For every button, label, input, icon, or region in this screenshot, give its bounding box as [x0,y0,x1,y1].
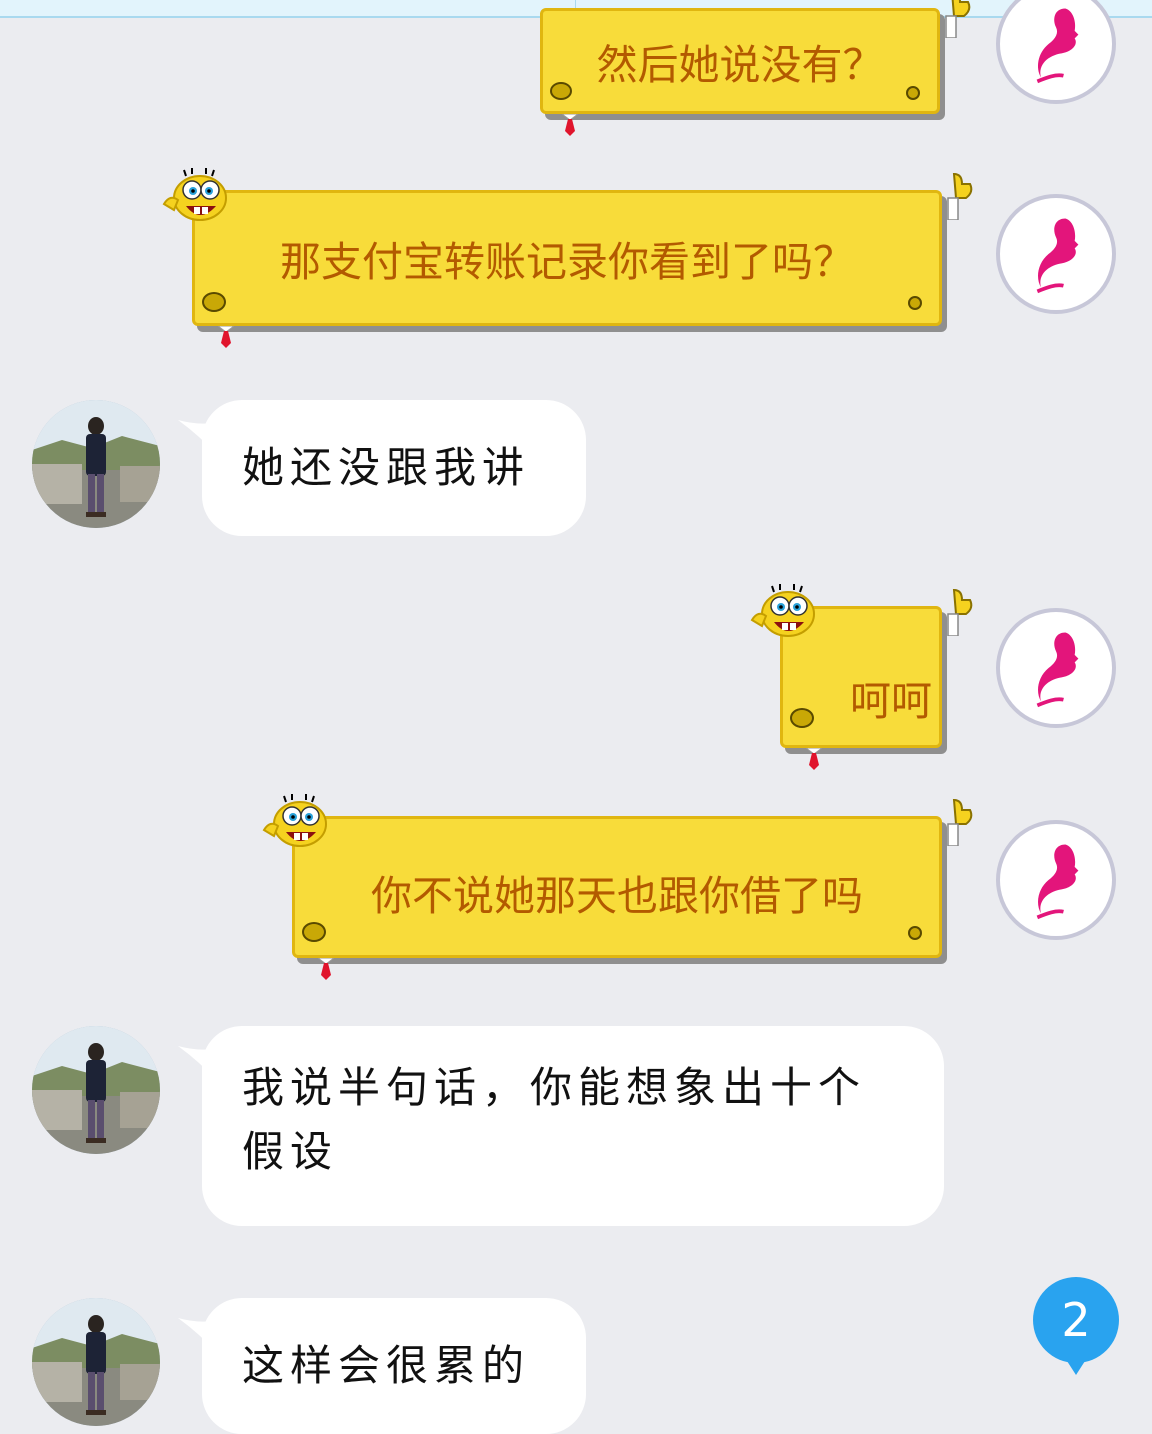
self-avatar[interactable] [996,194,1116,314]
hand-icon [936,0,976,38]
hand-icon [938,170,978,220]
tie-icon [806,748,822,770]
hand-icon [938,586,978,636]
message-text: 你不说她那天也跟你借了吗 [371,872,863,920]
spongebob-face-icon [258,790,338,862]
bubble-tail [178,420,218,456]
message-bubble-sponge[interactable]: 那支付宝转账记录你看到了吗？ [162,178,972,338]
self-avatar[interactable] [996,608,1116,728]
tie-icon [562,114,578,136]
message-bubble-sponge[interactable]: 你不说她那天也跟你借了吗 [262,804,972,970]
message-text: 她还没跟我讲 [242,443,531,492]
message-text: 然后她说没有？ [596,41,884,89]
self-avatar[interactable] [996,0,1116,104]
contact-avatar[interactable] [32,400,160,528]
hand-icon [938,796,978,846]
message-bubble-white[interactable]: 这样会很累的 [178,1298,586,1434]
badge-pointer [1067,1361,1085,1375]
tie-icon [218,326,234,348]
unread-count: 2 [1061,1293,1091,1347]
message-bubble-white[interactable]: 我说半句话，你能想象出十个假设 [178,1026,944,1226]
spongebob-face-icon [158,164,238,236]
unread-count-badge[interactable]: 2 [1033,1277,1119,1375]
message-text: 我说半句话，你能想象出十个假设 [242,1063,867,1176]
contact-avatar[interactable] [32,1026,160,1154]
contact-avatar[interactable] [32,1298,160,1426]
bubble-tail [178,1318,218,1354]
message-text: 那支付宝转账记录你看到了吗？ [280,238,854,286]
message-bubble-sponge[interactable]: 然后她说没有？ [510,0,970,126]
tie-icon [318,958,334,980]
bubble-tail [178,1046,218,1082]
self-avatar[interactable] [996,820,1116,940]
message-bubble-sponge[interactable]: 呵呵 [750,594,972,760]
message-text: 这样会很累的 [242,1341,531,1390]
spongebob-face-icon [746,580,826,652]
message-bubble-white[interactable]: 她还没跟我讲 [178,400,586,536]
